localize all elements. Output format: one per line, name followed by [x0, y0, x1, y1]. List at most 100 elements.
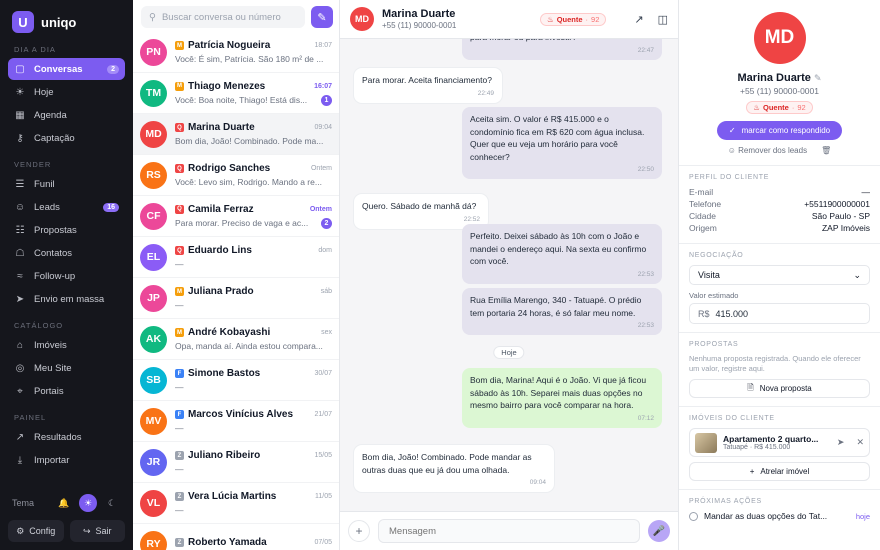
sidebar-item-label: Importar — [34, 454, 70, 466]
sidebar-item-agenda[interactable]: ▦ Agenda — [8, 104, 125, 126]
client-profile-section: PERFIL DO CLIENTE E-mail — Telefone +551190… — [679, 166, 880, 244]
message-text: Rua Emília Marengo, 340 - Tatuapé. O pré… — [470, 295, 642, 318]
sidebar-item-contatos[interactable]: ☖ Contatos — [8, 242, 125, 264]
sidebar-item-meusite[interactable]: ◎ Meu Site — [8, 357, 125, 379]
conversation-item[interactable]: JR Z Juliano Ribeiro 15/05 — — [133, 442, 339, 483]
sidebar-item-label: Imóveis — [34, 339, 67, 351]
mark-responded-button[interactable]: ✓ marcar como respondido — [716, 121, 843, 140]
nav-section-label: DIA A DIA — [14, 45, 56, 54]
avatar: SB — [140, 366, 167, 394]
next-task[interactable]: Mandar as duas opções do Tat... hoje — [689, 511, 870, 521]
sidebar-item-propostas[interactable]: ☷ Propostas — [8, 219, 125, 241]
avatar[interactable]: MD — [350, 7, 374, 31]
key-icon: ⚷ — [16, 132, 24, 144]
field-key: Cidade — [689, 211, 716, 221]
logout-button[interactable]: ↪ Sair — [69, 520, 125, 542]
conversation-preview: Você: Boa noite, Thiago! Está dis... — [175, 95, 308, 105]
send-property-icon[interactable]: ➤ — [837, 437, 845, 448]
sidebar-item-leads[interactable]: ☺ Leads 16 — [8, 196, 125, 218]
profile-score-sep: · — [791, 103, 795, 112]
property-title: Apartamento 2 quarto... — [723, 434, 819, 444]
avatar: MV — [140, 407, 167, 435]
conversation-item[interactable]: AK M André Kobayashi sex Opa, manda aí. Ai… — [133, 319, 339, 360]
sidebar-item-followup[interactable]: ≈ Follow-up — [8, 265, 125, 287]
sidebar-item-portais[interactable]: ⌖ Portais — [8, 380, 125, 402]
logout-icon: ↪ — [82, 525, 91, 536]
moon-icon[interactable]: ☾ — [103, 494, 121, 512]
conversation-item[interactable]: SB F Simone Bastos 30/07 — — [133, 360, 339, 401]
conversation-name: Juliano Ribeiro — [188, 450, 261, 461]
sun-theme-icon[interactable]: ☀ — [79, 494, 97, 512]
config-button[interactable]: ⚙ Config — [8, 520, 64, 542]
negotiation-title: NEGOCIAÇÃO — [689, 252, 744, 259]
bell-icon[interactable]: 🔔 — [55, 494, 73, 512]
sidebar-item-resultados[interactable]: ↗ Resultados — [8, 426, 125, 448]
property-card[interactable]: Apartamento 2 quarto... Tatuapé · R$ 415… — [689, 428, 870, 457]
stage-select[interactable]: Visita ⌄ — [689, 265, 870, 285]
nav-section-label: PAINEL — [14, 413, 47, 422]
proposals-title: PROPOSTAS — [689, 341, 739, 348]
attach-property-button[interactable]: + Atrelar imóvel — [689, 462, 870, 481]
conversation-time: 11/05 — [315, 493, 332, 500]
theme-label: Tema — [12, 498, 35, 508]
conversation-item[interactable]: MV F Marcos Vinícius Alves 21/07 — — [133, 401, 339, 442]
client-properties-section: IMÓVEIS DO CLIENTE Apartamento 2 quarto.… — [679, 407, 880, 490]
plus-icon: + — [749, 467, 755, 476]
close-icon[interactable]: ✕ — [856, 437, 864, 448]
check-icon: ✓ — [728, 126, 736, 135]
estimated-value-input[interactable]: R$ 415.000 — [689, 303, 870, 324]
sidebar-item-envio[interactable]: ➤ Envio em massa — [8, 288, 125, 310]
sidebar-item-label: Envio em massa — [34, 293, 105, 305]
message-bubble: para morar ou para investir? 22:47 — [462, 39, 662, 60]
conversation-item[interactable]: VL Z Vera Lúcia Martins 11/05 — — [133, 483, 339, 524]
sidebar-item-funil[interactable]: ☰ Funil — [8, 173, 125, 195]
conversation-item[interactable]: MD Q Marina Duarte 09:04 Bom dia, João! Co… — [133, 114, 339, 155]
conversation-item[interactable]: EL Q Eduardo Lins dom — — [133, 237, 339, 278]
field-value: +5511900000001 — [804, 199, 870, 209]
message-input[interactable] — [378, 519, 640, 543]
profile-field: Telefone +5511900000001 — [689, 199, 870, 209]
sun-icon: ☀ — [15, 86, 25, 98]
temperature-badge[interactable]: ♨ Quente · 92 — [539, 12, 607, 26]
remove-lead-label: Remover dos leads — [738, 146, 808, 155]
unread-badge: 1 — [321, 94, 332, 106]
sidebar-item-imoveis[interactable]: ⌂ Imóveis — [8, 334, 125, 356]
sidebar-item-conversas[interactable]: ▢ Conversas 2 — [8, 58, 125, 80]
side-panel-icon[interactable]: ◫ — [658, 13, 668, 26]
trash-icon[interactable]: 🗑 — [821, 146, 831, 155]
profile-header: MD Marina Duarte ✎ +55 (11) 90000-0001 ♨… — [679, 0, 880, 166]
conversation-item[interactable]: TM M Thiago Menezes 16:07 Você: Boa noite,… — [133, 73, 339, 114]
new-proposal-button[interactable]: 🗎 Nova proposta — [689, 379, 870, 398]
search-input[interactable]: ⚲ Buscar conversa ou número — [141, 6, 305, 28]
next-actions-section: PRÓXIMAS AÇÕES Mandar as duas opções do … — [679, 490, 880, 529]
conversation-name: Marcos Vinícius Alves — [188, 409, 294, 420]
external-link-icon[interactable]: ↗ — [634, 13, 643, 26]
attach-plus-icon[interactable]: + — [348, 520, 370, 542]
conversation-item[interactable]: RS Q Rodrigo Sanches Ontem Você: Levo sim,… — [133, 155, 339, 196]
profile-temperature-badge[interactable]: ♨ Quente · 92 — [746, 101, 813, 114]
gear-icon: ⚙ — [16, 525, 25, 536]
download-icon: ⤓ — [17, 454, 23, 466]
sidebar-item-importar[interactable]: ⤓ Importar — [8, 449, 125, 471]
compose-button[interactable]: ✎ — [311, 6, 333, 28]
conversation-item[interactable]: JP M Juliana Prado sáb — — [133, 278, 339, 319]
message-area[interactable]: Hoje para morar ou para investir? 22:47 Pa… — [340, 39, 678, 511]
remove-lead-button[interactable]: ☺ Remover dos leads — [728, 146, 807, 155]
brand[interactable]: U uniqo — [0, 0, 133, 43]
microphone-icon[interactable]: 🎤 — [648, 520, 670, 542]
task-checkbox[interactable] — [689, 511, 698, 521]
conversation-name: Patrícia Nogueira — [188, 40, 271, 51]
edit-pencil-icon[interactable]: ✎ — [814, 73, 822, 83]
conversation-item[interactable]: RY Z Roberto Yamada 07/05 — [133, 524, 339, 550]
conversation-time: sáb — [320, 288, 332, 295]
sidebar-item-hoje[interactable]: ☀ Hoje — [8, 81, 125, 103]
conversation-item[interactable]: CF Q Camila Ferraz Ontem Para morar. Preci… — [133, 196, 339, 237]
conversation-preview: Você: Levo sim, Rodrigo. Mando a re... — [175, 177, 322, 187]
conversation-item[interactable]: PN M Patrícia Nogueira 18:07 Você: É sim, … — [133, 32, 339, 73]
document-icon: ☷ — [15, 224, 25, 236]
globe-icon: ◎ — [15, 362, 25, 374]
source-badge: F — [175, 369, 184, 378]
message-text: Aceita sim. O valor é R$ 415.000 e o con… — [470, 114, 645, 162]
conversation-preview: — — [175, 423, 184, 433]
sidebar-item-captacao[interactable]: ⚷ Captação — [8, 127, 125, 149]
